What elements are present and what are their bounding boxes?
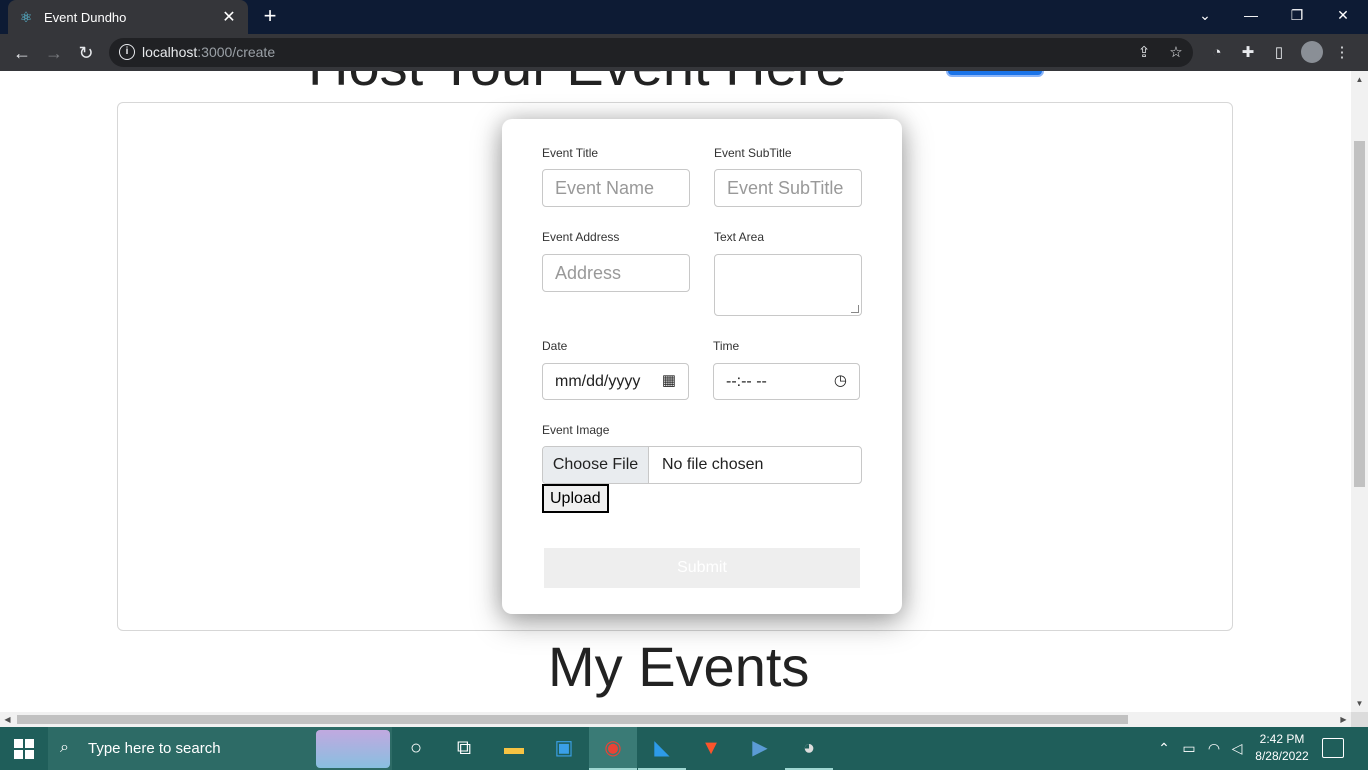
new-tab-button[interactable]: + [258, 4, 282, 28]
menu-icon[interactable]: ⋮ [1330, 41, 1354, 65]
url-host: localhost [142, 44, 198, 60]
event-address-input[interactable]: Address [542, 254, 690, 292]
upload-button[interactable]: Upload [542, 484, 609, 513]
submit-button[interactable]: Submit [544, 548, 860, 588]
react-favicon-icon: ⚛ [19, 9, 33, 25]
page-viewport: Host Your Event Here Event Title Event N… [0, 71, 1351, 712]
store-app-icon[interactable]: ▣ [540, 727, 588, 770]
clock-date: 8/28/2022 [1255, 749, 1309, 763]
event-subtitle-input[interactable]: Event SubTitle [714, 169, 862, 207]
file-explorer-icon[interactable]: ▬ [490, 727, 538, 770]
volume-icon[interactable]: ◁ [1226, 727, 1248, 770]
tab-search-icon[interactable]: ⌄ [1182, 0, 1228, 30]
minimize-button[interactable]: — [1228, 0, 1274, 30]
scroll-down-arrow-icon[interactable]: ▼ [1351, 695, 1368, 712]
date-value: mm/dd/yyyy [555, 373, 641, 390]
search-highlight-image [316, 730, 390, 768]
forward-icon[interactable]: → [41, 40, 67, 66]
clock-time: 2:42 PM [1259, 732, 1305, 746]
scroll-up-arrow-icon[interactable]: ▲ [1351, 71, 1368, 88]
url-path: :3000/create [197, 44, 276, 60]
event-title-input[interactable]: Event Name [542, 169, 690, 207]
vertical-scrollbar[interactable]: ▲ ▼ [1351, 71, 1368, 712]
scroll-left-arrow-icon[interactable]: ◀ [0, 712, 15, 727]
notifications-icon[interactable] [1322, 738, 1344, 758]
extension-status-icon[interactable]: ◔ [1205, 41, 1229, 65]
my-events-heading: My Events [548, 635, 810, 698]
file-status-text: No file chosen [662, 456, 764, 473]
time-value: --:-- -- [726, 373, 767, 390]
wifi-icon[interactable]: ◠ [1203, 727, 1225, 770]
share-icon[interactable]: ⇪ [1133, 42, 1155, 64]
taskbar-search[interactable]: ⌕ Type here to search [48, 727, 392, 770]
event-address-label: Event Address [542, 230, 620, 244]
address-bar[interactable]: i localhost:3000/create ⇪ ☆ [109, 38, 1193, 67]
side-panel-icon[interactable]: ▯ [1267, 41, 1291, 65]
bookmark-star-icon[interactable]: ☆ [1165, 42, 1187, 64]
show-hidden-icons[interactable]: ⌃ [1154, 727, 1174, 770]
page-title: Host Your Event Here [308, 71, 847, 98]
task-view-icon[interactable]: ⧉ [440, 727, 488, 770]
url-text[interactable]: localhost:3000/create [142, 44, 275, 60]
close-tab-icon[interactable]: ✕ [220, 7, 238, 27]
tab-title: Event Dundho [44, 9, 127, 25]
vscode-icon[interactable]: ◣ [638, 727, 686, 770]
reload-icon[interactable]: ↻ [73, 40, 99, 66]
time-label: Time [713, 339, 740, 353]
create-event-form: Event Title Event Name Event SubTitle Ev… [502, 119, 902, 614]
taskbar-clock[interactable]: 2:42 PM 8/28/2022 [1250, 731, 1314, 765]
windows-taskbar: ⌕ Type here to search ○ ⧉ ▬ ▣ ◉ ◣ ▼ ▶ ◕ … [0, 727, 1368, 770]
resize-handle-icon[interactable] [851, 305, 859, 313]
battery-icon[interactable]: ▭ [1178, 727, 1200, 770]
clock-icon[interactable]: ◷ [834, 373, 847, 389]
search-icon: ⌕ [60, 739, 69, 756]
scrollbar-corner [1351, 712, 1368, 727]
windows-start-icon[interactable] [14, 739, 34, 759]
date-label: Date [542, 339, 568, 353]
event-title-label: Event Title [542, 146, 599, 160]
event-subtitle-label: Event SubTitle [714, 146, 792, 160]
powershell-icon[interactable]: ▶ [736, 727, 784, 770]
choose-file-button[interactable]: Choose File [543, 447, 649, 483]
header-action-button[interactable] [946, 71, 1044, 77]
search-placeholder: Type here to search [88, 740, 221, 757]
event-image-file-input[interactable]: Choose File No file chosen [542, 446, 862, 484]
back-icon[interactable]: ← [9, 40, 35, 66]
horizontal-scrollbar[interactable]: ◀ ▶ [0, 712, 1351, 727]
site-info-icon[interactable]: i [119, 44, 135, 60]
date-input[interactable]: mm/dd/yyyy ▦ [542, 363, 689, 400]
text-area-label: Text Area [714, 230, 765, 244]
cortana-icon[interactable]: ○ [392, 727, 440, 770]
browser-title-bar: ⚛ Event Dundho ✕ + ⌄ — ❐ ✕ [0, 0, 1368, 34]
scroll-right-arrow-icon[interactable]: ▶ [1336, 712, 1351, 727]
event-image-label: Event Image [542, 423, 610, 437]
profile-avatar[interactable] [1301, 41, 1323, 63]
extensions-puzzle-icon[interactable]: ✚ [1236, 41, 1260, 65]
calendar-icon[interactable]: ▦ [662, 373, 676, 389]
chrome-icon[interactable]: ◉ [589, 727, 637, 770]
time-input[interactable]: --:-- -- ◷ [713, 363, 860, 400]
description-textarea[interactable] [714, 254, 862, 316]
close-window-button[interactable]: ✕ [1320, 0, 1366, 30]
vertical-scroll-thumb[interactable] [1354, 141, 1365, 487]
browser-tab[interactable]: ⚛ Event Dundho ✕ [8, 0, 248, 34]
brave-icon[interactable]: ▼ [687, 727, 735, 770]
horizontal-scroll-thumb[interactable] [17, 715, 1128, 724]
restore-button[interactable]: ❐ [1274, 0, 1320, 30]
paint-icon[interactable]: ◕ [785, 727, 833, 770]
